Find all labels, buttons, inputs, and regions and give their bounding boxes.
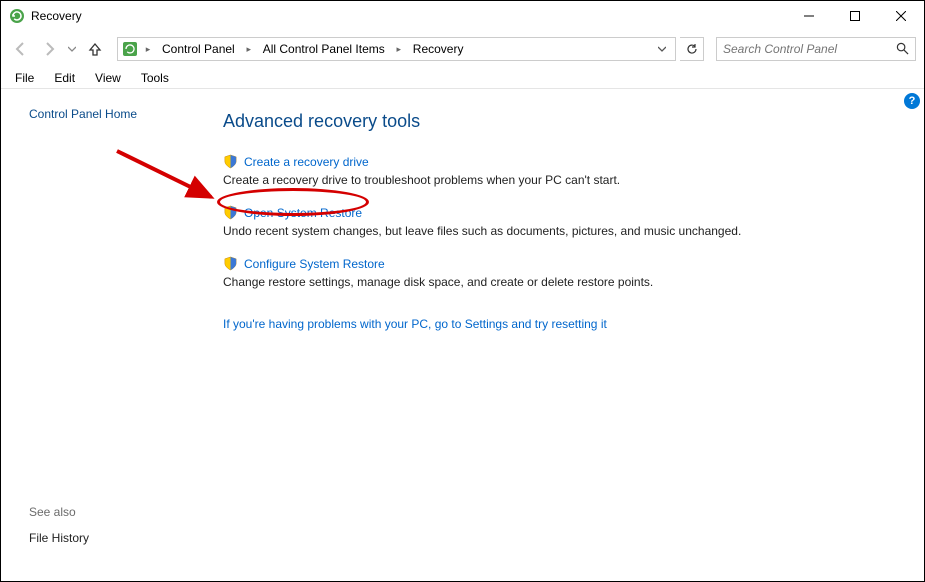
menu-view[interactable]: View (85, 67, 131, 89)
tool-open-system-restore: Open System Restore Undo recent system c… (223, 205, 884, 238)
control-panel-icon (122, 41, 138, 57)
recovery-icon (9, 8, 25, 24)
see-also-label: See also (29, 505, 211, 519)
open-system-restore-link[interactable]: Open System Restore (244, 206, 362, 220)
see-also-section: See also File History (29, 505, 211, 565)
shield-icon (223, 256, 238, 271)
search-box[interactable] (716, 37, 916, 61)
address-bar[interactable]: ▸ Control Panel ▸ All Control Panel Item… (117, 37, 676, 61)
maximize-button[interactable] (832, 1, 878, 31)
forward-button[interactable] (37, 37, 61, 61)
window-title: Recovery (31, 9, 82, 23)
tool-create-recovery-drive: Create a recovery drive Create a recover… (223, 154, 884, 187)
chevron-right-icon[interactable]: ▸ (393, 44, 405, 55)
tool-description: Create a recovery drive to troubleshoot … (223, 173, 884, 187)
refresh-button[interactable] (680, 37, 704, 61)
chevron-right-icon[interactable]: ▸ (142, 44, 154, 55)
file-history-link[interactable]: File History (29, 531, 89, 545)
navigation-toolbar: ▸ Control Panel ▸ All Control Panel Item… (1, 31, 924, 67)
minimize-button[interactable] (786, 1, 832, 31)
page-heading: Advanced recovery tools (223, 111, 884, 132)
titlebar: Recovery (1, 1, 924, 31)
tool-configure-system-restore: Configure System Restore Change restore … (223, 256, 884, 289)
chevron-right-icon[interactable]: ▸ (243, 44, 255, 55)
content-area: ? Control Panel Home See also File Histo… (1, 89, 924, 581)
tool-description: Undo recent system changes, but leave fi… (223, 224, 884, 238)
sidebar: Control Panel Home See also File History (1, 89, 211, 581)
tool-description: Change restore settings, manage disk spa… (223, 275, 884, 289)
menu-file[interactable]: File (5, 67, 44, 89)
shield-icon (223, 205, 238, 220)
main-panel: Advanced recovery tools Create a recover… (211, 89, 924, 581)
search-input[interactable] (723, 42, 896, 56)
shield-icon (223, 154, 238, 169)
menu-edit[interactable]: Edit (44, 67, 85, 89)
recent-dropdown[interactable] (65, 37, 79, 61)
create-recovery-drive-link[interactable]: Create a recovery drive (244, 155, 369, 169)
close-button[interactable] (878, 1, 924, 31)
menu-tools[interactable]: Tools (131, 67, 179, 89)
breadcrumb-item[interactable]: Recovery (407, 38, 470, 60)
breadcrumb-item[interactable]: All Control Panel Items (257, 38, 391, 60)
breadcrumb-item[interactable]: Control Panel (156, 38, 241, 60)
configure-system-restore-link[interactable]: Configure System Restore (244, 257, 385, 271)
menu-bar: File Edit View Tools (1, 67, 924, 89)
control-panel-home-link[interactable]: Control Panel Home (29, 107, 211, 121)
back-button[interactable] (9, 37, 33, 61)
reset-pc-link[interactable]: If you're having problems with your PC, … (223, 317, 607, 331)
up-button[interactable] (83, 37, 107, 61)
search-icon[interactable] (896, 42, 909, 56)
address-dropdown[interactable] (653, 45, 671, 53)
window-controls (786, 1, 924, 31)
